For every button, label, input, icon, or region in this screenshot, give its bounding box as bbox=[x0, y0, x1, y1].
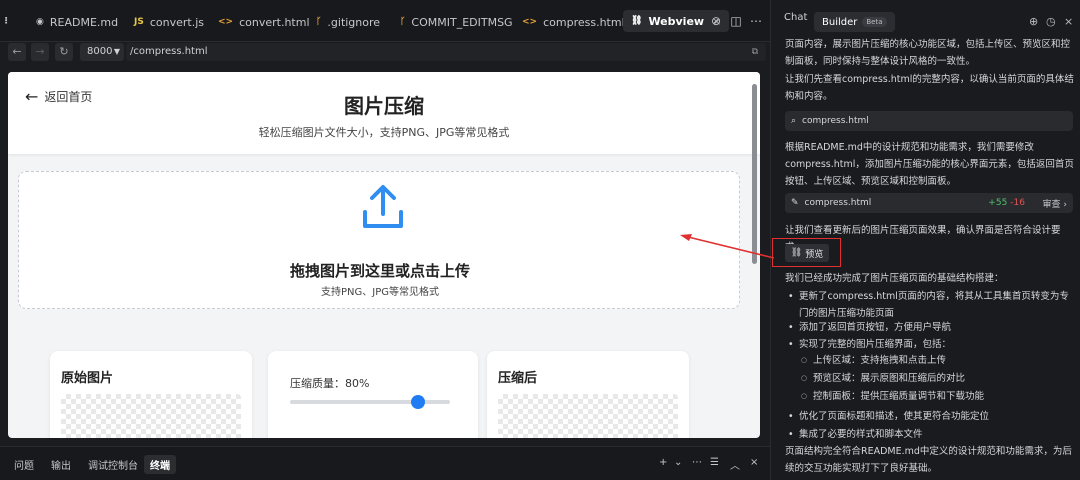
git-icon: ᚴ bbox=[400, 17, 406, 27]
url-input[interactable]: /compress.html ⧉ bbox=[126, 43, 766, 61]
back-arrow-icon[interactable]: ← bbox=[8, 43, 26, 61]
new-chat-icon[interactable]: ⊕ bbox=[1029, 15, 1038, 28]
upload-dropzone[interactable]: 拖拽图片到这里或点击上传 支持PNG、JPG等常见格式 bbox=[18, 171, 740, 309]
tab-convert-js[interactable]: JS convert.js bbox=[134, 12, 204, 32]
annotation-arrow-icon bbox=[680, 234, 775, 259]
tab-overflow[interactable]: ⠇ bbox=[4, 12, 11, 32]
chat-paragraph: 页面内容，展示图片压缩的核心功能区域，包括上传区、预览区和控制面板，同时保持与整… bbox=[785, 39, 1071, 67]
address-bar: ← → ↻ 8000 ▼ /compress.html ⧉ bbox=[0, 42, 770, 64]
tab-output[interactable]: 输出 bbox=[51, 457, 71, 472]
add-terminal-icon[interactable]: + bbox=[659, 457, 667, 468]
html-icon: <> bbox=[218, 17, 234, 27]
tab-label: Webview bbox=[648, 14, 705, 28]
compressed-image-title: 压缩后 bbox=[498, 371, 538, 386]
tab-label: COMMIT_EDITMSG bbox=[411, 15, 513, 29]
dropzone-title: 拖拽图片到这里或点击上传 bbox=[289, 262, 470, 280]
tab-label: compress.html bbox=[543, 15, 625, 29]
port-select[interactable]: 8000 ▼ bbox=[80, 43, 124, 61]
compass-icon[interactable]: ⊘ bbox=[708, 13, 724, 29]
tab-debug-console[interactable]: 调试控制台 bbox=[88, 457, 138, 472]
tab-label: .gitignore bbox=[327, 15, 381, 29]
more-icon[interactable]: ⋯ bbox=[692, 457, 702, 468]
tab-label: convert.html bbox=[239, 15, 310, 29]
upload-icon bbox=[363, 185, 403, 228]
sub-list-item: 上传区域：支持拖拽和点击上传 bbox=[801, 352, 1071, 369]
dropzone-subtitle: 支持PNG、JPG等常见格式 bbox=[321, 287, 439, 298]
link-icon: ⛓ bbox=[631, 16, 643, 26]
page-header: ← 返回首页 图片压缩 轻松压缩图片文件大小，支持PNG、JPG等常见格式 bbox=[8, 72, 760, 154]
quality-label: 压缩质量：80% bbox=[290, 377, 370, 390]
edit-icon: ✎ bbox=[791, 198, 799, 208]
file-diff-label: compress.html bbox=[804, 198, 872, 208]
sub-list-item: 控制面板：提供压缩质量调节和下载功能 bbox=[801, 388, 1071, 405]
js-icon: JS bbox=[134, 17, 144, 27]
compressed-image-preview bbox=[498, 394, 678, 438]
quality-slider[interactable] bbox=[290, 395, 450, 409]
html-icon: <> bbox=[522, 17, 538, 27]
search-icon: ⌕ bbox=[791, 116, 797, 126]
split-editor-icon[interactable]: ◫ bbox=[728, 13, 744, 29]
tab-label: README.md bbox=[49, 15, 119, 29]
beta-badge: Beta bbox=[862, 17, 887, 27]
list-item: 实现了完整的图片压缩界面，包括： bbox=[785, 336, 1075, 353]
tab-convert-html[interactable]: <> convert.html bbox=[218, 12, 310, 32]
tab-label: convert.js bbox=[149, 15, 204, 29]
tab-commit-editmsg[interactable]: ᚴ COMMIT_EDITMSG bbox=[400, 12, 513, 32]
file-diff-chip[interactable]: ✎ compress.html +55 -16 审查 › bbox=[785, 193, 1073, 213]
github-icon: ◉ bbox=[36, 17, 44, 27]
list-item: 优化了页面标题和描述，使其更符合功能定位 bbox=[785, 408, 1075, 425]
chevron-down-icon: ▼ bbox=[113, 47, 120, 56]
overflow-icon: ⠇ bbox=[4, 17, 12, 27]
list-item: 集成了必要的样式和脚本文件 bbox=[785, 426, 1075, 443]
review-button[interactable]: 审查 › bbox=[1043, 197, 1067, 210]
list-item: 添加了返回首页按钮，方便用户导航 bbox=[785, 319, 1075, 336]
original-image-preview bbox=[61, 394, 241, 438]
editor-tab-bar: ⠇ ◉ README.md JS convert.js <> convert.h… bbox=[0, 0, 770, 42]
chat-paragraph: 让我们先查看compress.html的完整内容，以确认当前页面的具体结构和内容… bbox=[785, 74, 1074, 102]
tab-terminal[interactable]: 终端 bbox=[144, 455, 176, 474]
original-image-title: 原始图片 bbox=[61, 371, 114, 386]
highlight-box bbox=[772, 238, 841, 267]
reload-icon[interactable]: ↻ bbox=[55, 43, 73, 61]
original-image-card: 原始图片 bbox=[50, 351, 252, 438]
editor-area: ⠇ ◉ README.md JS convert.js <> convert.h… bbox=[0, 0, 770, 480]
bottom-panel: 问题 输出 调试控制台 终端 + ⌄ ⋯ ☰ ︿ × bbox=[0, 446, 770, 480]
chat-paragraph: 根据README.md中的设计规范和功能需求，我们需要修改compress.ht… bbox=[785, 142, 1074, 187]
git-icon: ᚴ bbox=[316, 17, 322, 27]
tab-builder[interactable]: Builder Beta bbox=[814, 12, 895, 32]
history-icon[interactable]: ◷ bbox=[1046, 15, 1056, 28]
open-external-icon[interactable]: ⧉ bbox=[752, 43, 758, 61]
chevron-up-icon[interactable]: ︿ bbox=[730, 457, 740, 472]
chat-paragraph: 页面结构完全符合README.md中定义的设计规范和功能需求，为后续的交互功能实… bbox=[785, 446, 1072, 474]
chevron-down-icon[interactable]: ⌄ bbox=[674, 457, 682, 468]
sub-list-item: 预览区域：展示原图和压缩后的对比 bbox=[801, 370, 1071, 387]
file-chip-label: compress.html bbox=[802, 116, 869, 126]
quality-slider-thumb[interactable] bbox=[411, 395, 425, 409]
close-icon[interactable]: × bbox=[1064, 15, 1073, 28]
webview-page: ← 返回首页 图片压缩 轻松压缩图片文件大小，支持PNG、JPG等常见格式 拖拽… bbox=[8, 72, 760, 438]
tab-gitignore[interactable]: ᚴ .gitignore bbox=[316, 12, 380, 32]
tab-compress-html[interactable]: <> compress.html bbox=[522, 12, 625, 32]
control-panel-card: 压缩质量：80% bbox=[268, 351, 478, 438]
file-chip-compress[interactable]: ⌕ compress.html bbox=[785, 111, 1073, 131]
list-item: 更新了compress.html页面的内容，将其从工具集首页转变为专门的图片压缩… bbox=[785, 288, 1075, 322]
page-title: 图片压缩 bbox=[344, 94, 424, 118]
compressed-image-card: 压缩后 bbox=[487, 351, 689, 438]
close-icon[interactable]: × bbox=[750, 457, 758, 468]
more-icon[interactable]: ⋯ bbox=[748, 13, 764, 29]
tab-problems[interactable]: 问题 bbox=[14, 457, 34, 472]
chat-tab-bar: Chat Builder Beta ⊕ ◷ × bbox=[771, 0, 1080, 34]
page-subtitle: 轻松压缩图片文件大小，支持PNG、JPG等常见格式 bbox=[258, 126, 510, 139]
diff-stats: +55 -16 bbox=[988, 198, 1025, 208]
forward-arrow-icon[interactable]: → bbox=[31, 43, 49, 61]
chat-paragraph: 我们已经成功完成了图片压缩页面的基础结构搭建： bbox=[785, 273, 1004, 284]
panel-layout-icon[interactable]: ☰ bbox=[710, 457, 719, 468]
builder-label: Builder bbox=[822, 16, 858, 28]
tab-chat[interactable]: Chat bbox=[784, 12, 807, 23]
tab-readme[interactable]: ◉ README.md bbox=[36, 12, 118, 32]
